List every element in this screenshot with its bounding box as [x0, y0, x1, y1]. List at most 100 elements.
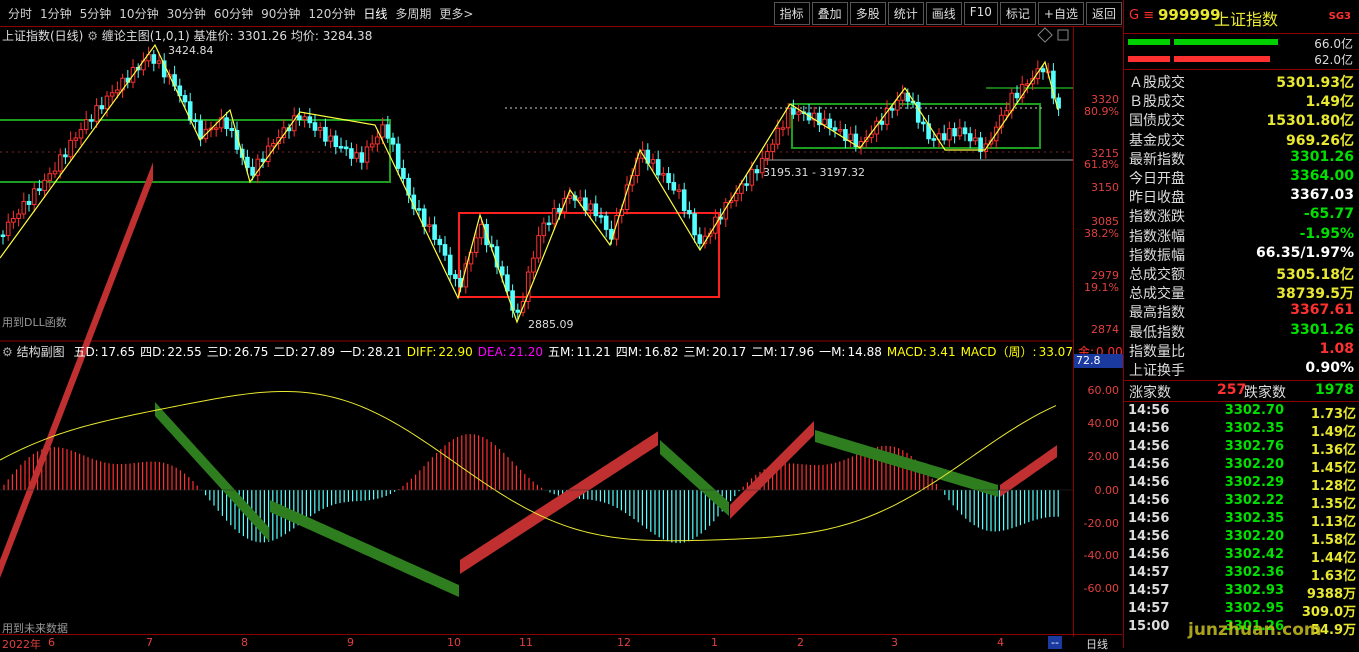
sub-tick: 60.00: [1087, 384, 1120, 397]
date-label: 8: [241, 636, 248, 649]
candle-body: [427, 224, 432, 227]
candle-body: [312, 122, 318, 131]
candle-body: [42, 179, 47, 192]
candle-body: [328, 135, 333, 142]
tick-row: 14:57 3302.93 9388万: [1124, 583, 1359, 602]
candle-body: [302, 116, 307, 121]
candle-body: [401, 167, 406, 179]
stat-label: 指数量比: [1129, 343, 1185, 360]
sub-chart-title[interactable]: 结构副图: [17, 345, 65, 359]
candle-body: [453, 274, 458, 280]
candle-body: [515, 309, 521, 313]
code-prefix[interactable]: G ≡: [1129, 8, 1154, 23]
tick-volume: 1.58亿: [1310, 533, 1356, 548]
tick-price: 3302.35: [1224, 421, 1284, 436]
stat-row: 指数涨跌 -65.77: [1124, 206, 1359, 225]
candle-body: [754, 169, 760, 174]
candle-body: [765, 151, 770, 159]
candle-body: [73, 137, 79, 141]
zoom-diamond-icon[interactable]: [1037, 27, 1053, 43]
tick-price: 3302.76: [1224, 439, 1284, 454]
down-label: 跌家数: [1244, 385, 1286, 401]
candle-body: [931, 138, 937, 141]
sub-indicator-value: 三D: 26.75: [206, 345, 269, 359]
tick-row: 14:57 3302.95 309.0万: [1124, 601, 1359, 620]
sub-indicator-value: 一M: 14.88: [819, 345, 882, 359]
tick-price: 3302.93: [1224, 583, 1284, 598]
sub-indicator-value: 三M: 20.17: [683, 345, 747, 359]
date-label: 1: [711, 636, 718, 649]
candle-body: [57, 154, 63, 172]
candle-body: [63, 154, 68, 158]
stat-row: 最高指数 3367.61: [1124, 302, 1359, 321]
trend-band: [1000, 445, 1057, 497]
stat-row: 今日开盘 3364.00: [1124, 168, 1359, 187]
stat-label: 国债成交: [1129, 113, 1185, 130]
down-count: 1978: [1315, 382, 1354, 398]
candle-body: [245, 156, 250, 168]
tick-row: 14:56 3302.20 1.45亿: [1124, 457, 1359, 476]
tick-row: 14:56 3302.42 1.44亿: [1124, 547, 1359, 566]
stat-row: 基金成交 969.26亿: [1124, 130, 1359, 149]
candle-body: [577, 197, 583, 201]
stat-row: Ｂ股成交 1.49亿: [1124, 91, 1359, 110]
candle-body: [416, 208, 422, 211]
trend-band: [460, 431, 658, 574]
candle-body: [31, 188, 37, 205]
stat-row: 上证换手 0.90%: [1124, 360, 1359, 379]
stat-value: 3301.26: [1290, 148, 1354, 165]
candle-body: [16, 213, 21, 219]
sub-tick: -60.00: [1083, 582, 1119, 595]
candle-body: [837, 129, 843, 132]
tick-time: 14:57: [1128, 601, 1170, 616]
date-label: 10: [447, 636, 461, 649]
candle-body: [889, 108, 895, 111]
back-button[interactable]: 返回: [1085, 2, 1122, 25]
date-label: 7: [146, 636, 153, 649]
candle-body: [442, 244, 448, 256]
date-label: 6: [48, 636, 55, 649]
tick-time: 14:57: [1128, 583, 1170, 598]
sub-tick: -40.00: [1083, 549, 1119, 562]
tick-time: 14:56: [1128, 493, 1170, 508]
candle-body: [89, 119, 94, 122]
date-axis: 2022年 6 7 8 9 10 11 12 1 2 3 4 -- 日线: [0, 634, 1122, 651]
stat-label: 今日开盘: [1129, 171, 1185, 187]
candle-body: [655, 159, 661, 176]
sub-indicator-value: MACD: 3.41: [886, 345, 956, 359]
stat-value: 5301.93亿: [1276, 75, 1354, 91]
sell-bar: [1128, 56, 1170, 62]
sub-indicator-value: 四M: 16.82: [615, 345, 679, 359]
candle-body: [666, 173, 671, 184]
candle-body: [921, 121, 926, 125]
stat-label: 上证换手: [1129, 363, 1185, 379]
candle-body: [359, 152, 365, 163]
sub-indicator-value: DEA: 21.20: [477, 345, 544, 359]
candle-body: [115, 89, 120, 94]
candle-body: [650, 159, 656, 164]
stat-label: 指数振幅: [1129, 247, 1185, 264]
stat-row: 指数振幅 66.35/1.97%: [1124, 245, 1359, 264]
candle-body: [697, 234, 703, 244]
candle-body: [796, 111, 801, 115]
candle-body: [962, 127, 968, 135]
candle-body: [78, 129, 84, 139]
stat-label: Ａ股成交: [1129, 75, 1185, 91]
candle-body: [317, 126, 323, 131]
window-icon[interactable]: [1057, 29, 1069, 41]
tick-volume: 1.13亿: [1310, 515, 1356, 530]
tick-volume: 1.63亿: [1310, 569, 1356, 584]
tick-volume: 1.36亿: [1310, 443, 1356, 458]
stat-label: 最低指数: [1129, 324, 1185, 341]
settings-gear-icon[interactable]: ⚙: [2, 345, 13, 359]
stat-value: 1.49亿: [1305, 94, 1354, 111]
stat-row: 国债成交 15301.80亿: [1124, 110, 1359, 129]
candle-body: [52, 170, 58, 175]
tick-price: 3302.42: [1224, 547, 1284, 562]
stat-row: 总成交额 5305.18亿: [1124, 264, 1359, 283]
sub-indicator-value: 二M: 17.96: [751, 345, 815, 359]
up-count: 257: [1217, 382, 1247, 398]
candle-body: [770, 143, 775, 153]
stat-label: 基金成交: [1129, 132, 1185, 149]
trend-band: [270, 500, 459, 598]
